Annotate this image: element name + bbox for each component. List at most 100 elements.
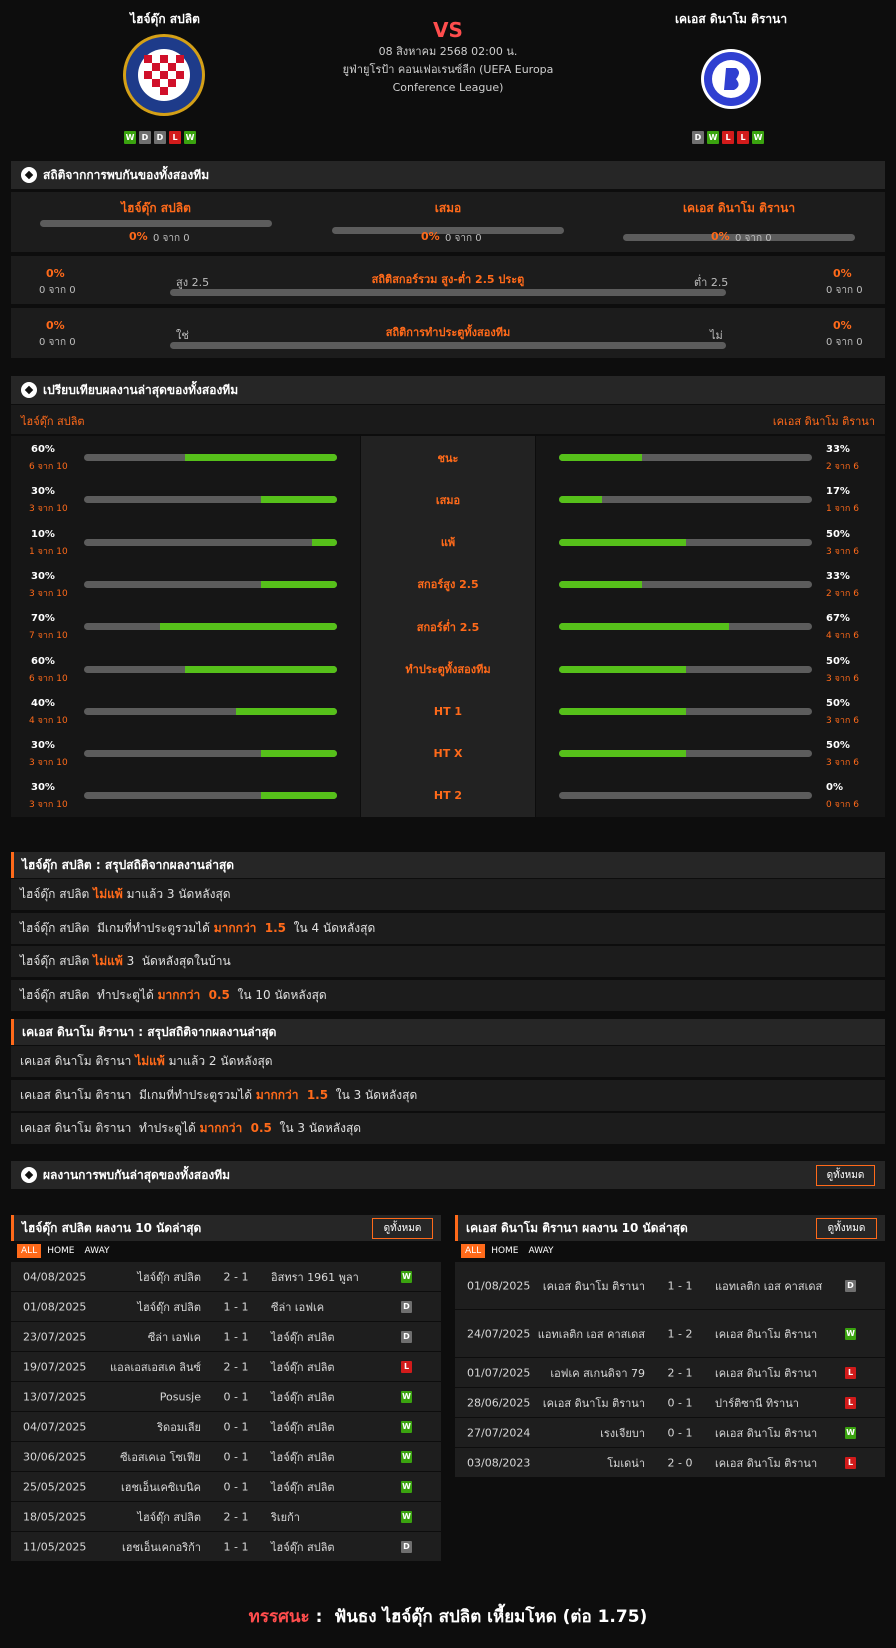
away-count: 3 จาก 6	[826, 546, 859, 557]
home-pct: 60%	[31, 655, 55, 667]
away-bar	[559, 750, 812, 758]
away-bar-fill	[559, 538, 686, 546]
away-pct: 50%	[826, 697, 850, 709]
tab-home[interactable]: HOME	[487, 1244, 522, 1258]
match-home: ซีเอสเคเอ โซเฟีย	[120, 1450, 201, 1464]
away-pct: 33%	[826, 570, 850, 582]
table-row[interactable]: 24/07/2025 แอทเลติก เอส คาสเดส 1 - 2 เคเอส …	[455, 1310, 885, 1357]
form-badge: D	[692, 131, 704, 144]
tab-all[interactable]: ALL	[461, 1244, 486, 1258]
away-pct: 17%	[826, 486, 850, 498]
home-bar-fill	[311, 538, 337, 546]
match-date: 18/05/2025	[23, 1510, 87, 1523]
verdict: ทรรศนะ : ฟันธง ไฮจ์ดุ๊ก สปลิต เหี้ยมโหด …	[0, 1603, 896, 1630]
compare-row: 60% 6 จาก 10 ทำประตูทั้งสองทีม 50% 3 จาก 6	[11, 647, 885, 691]
away-bar	[559, 538, 812, 546]
btts-left-count: 0 จาก 0	[39, 337, 76, 348]
table-row[interactable]: 28/06/2025 เคเอส ดินาโม ติรานา 0 - 1 ปาร์ติ…	[455, 1388, 885, 1417]
btts-right-count: 0 จาก 0	[826, 337, 863, 348]
h2h-away-label: เคเอส ดินาโม ติรานา	[682, 201, 796, 215]
match-away: ไฮจ์ดุ๊ก สปลิต	[271, 1330, 335, 1344]
away-bar-fill	[559, 750, 686, 758]
table-row[interactable]: 25/05/2025 เฮชเอ็นเคซิเบนิค 0 - 1 ไฮจ์ดุ๊ก …	[11, 1472, 441, 1501]
match-away: ไฮจ์ดุ๊ก สปลิต	[271, 1450, 335, 1464]
table-row[interactable]: 18/05/2025 ไฮจ์ดุ๊ก สปลิต 2 - 1 ริเยก้า W	[11, 1502, 441, 1531]
match-score: 1 - 2	[667, 1327, 693, 1340]
table-row[interactable]: 30/06/2025 ซีเอสเคเอ โซเฟีย 0 - 1 ไฮจ์ดุ๊ก …	[11, 1442, 441, 1471]
match-away: ไฮจ์ดุ๊ก สปลิต	[271, 1480, 335, 1494]
home-pct: 30%	[31, 782, 55, 794]
summary-text: มาแล้ว 3 นัดหลังสุด	[122, 887, 231, 901]
summary-highlight: ไม่แพ้	[93, 887, 123, 901]
away-view-all-button[interactable]: ดูทั้งหมด	[816, 1218, 877, 1239]
competition-line2: Conference League)	[392, 81, 504, 94]
away-pct: 50%	[826, 655, 850, 667]
table-row[interactable]: 27/07/2024 เรงเจียบา 0 - 1 เคเอส ดินาโม ติร…	[455, 1418, 885, 1447]
form-badge: W	[707, 131, 719, 144]
competition-line1: ยูฟ่ายูโรป้า คอนเฟอเรนซ์ลีก (UEFA Europa	[342, 63, 554, 76]
away-count: 0 จาก 6	[826, 800, 859, 811]
verdict-text: ฟันธง ไฮจ์ดุ๊ก สปลิต เหี้ยมโหด (ต่อ 1.75…	[334, 1607, 648, 1627]
view-all-button[interactable]: ดูทั้งหมด	[816, 1165, 875, 1186]
away-bar	[559, 623, 812, 631]
match-away: แอทเลติก เอส คาสเดส	[715, 1279, 823, 1293]
result-badge: L	[845, 1396, 856, 1409]
home-count: 7 จาก 10	[29, 631, 68, 642]
table-row[interactable]: 03/08/2023 โมเดน่า 2 - 0 เคเอส ดินาโม ติราน…	[455, 1448, 885, 1477]
away-pct: 0%	[826, 782, 843, 794]
form-badge: W	[184, 131, 196, 144]
summary-line: เคเอส ดินาโม ติรานา ไม่แพ้ มาแล้ว 2 นัดห…	[11, 1046, 885, 1077]
summary-line: เคเอส ดินาโม ติรานา มีเกมที่ทำประตูรวมได…	[11, 1079, 885, 1111]
match-score: 0 - 1	[667, 1426, 693, 1439]
summary-text: ไฮจ์ดุ๊ก สปลิต มีเกมที่ทำประตูรวมได้	[20, 920, 214, 935]
table-row[interactable]: 13/07/2025 Posusje 0 - 1 ไฮจ์ดุ๊ก สปลิต W	[11, 1382, 441, 1411]
tab-all[interactable]: ALL	[17, 1244, 42, 1258]
away-team-name: เคเอส ดินาโม ติรานา	[674, 12, 788, 26]
compare-metric-label: ทำประตูทั้งสองทีม	[361, 647, 535, 691]
goals-left-count: 0 จาก 0	[39, 285, 76, 296]
h2h-title: สถิติจากการพบกันของทั้งสองทีม	[43, 167, 210, 182]
home-pct: 40%	[31, 697, 55, 709]
home-count: 3 จาก 10	[29, 758, 68, 769]
summary-line: ไฮจ์ดุ๊ก สปลิต ไม่แพ้ มาแล้ว 3 นัดหลังสุ…	[11, 879, 885, 910]
result-badge: D	[401, 1300, 412, 1313]
home-bar-fill	[261, 792, 337, 800]
home-bar	[84, 580, 337, 588]
match-date: 01/07/2025	[467, 1366, 531, 1379]
tab-away[interactable]: AWAY	[81, 1244, 114, 1258]
home-bar	[84, 496, 337, 504]
compare-away-cell: 67% 4 จาก 6	[536, 605, 885, 649]
table-row[interactable]: 19/07/2025 แอลเอสเอสเค ลินซ์ 2 - 1 ไฮจ์ดุ๊ก…	[11, 1352, 441, 1381]
match-away: ไฮจ์ดุ๊ก สปลิต	[271, 1420, 335, 1434]
match-away: ไฮจ์ดุ๊ก สปลิต	[271, 1390, 335, 1404]
home-bar	[84, 665, 337, 673]
compare-metric-label: HT 1	[361, 689, 535, 733]
table-row[interactable]: 11/05/2025 เฮชเอ็นเคกอริก้า 1 - 1 ไฮจ์ดุ๊ก …	[11, 1532, 441, 1561]
goals-right-count: 0 จาก 0	[826, 285, 863, 296]
recent-title: ผลงานการพบกันล่าสุดของทั้งสองทีม	[43, 1167, 231, 1182]
table-row[interactable]: 23/07/2025 ซีล่า เอฟเค 1 - 1 ไฮจ์ดุ๊ก สปลิต…	[11, 1322, 441, 1351]
table-row[interactable]: 04/08/2025 ไฮจ์ดุ๊ก สปลิต 2 - 1 อิสทรา 1961…	[11, 1262, 441, 1291]
compare-away-cell: 33% 2 จาก 6	[536, 436, 885, 479]
compare-row: 60% 6 จาก 10 ชนะ 33% 2 จาก 6	[11, 436, 885, 479]
match-score: 1 - 1	[223, 1300, 249, 1313]
table-row[interactable]: 04/07/2025 ริดอมเลีย 0 - 1 ไฮจ์ดุ๊ก สปลิต W	[11, 1412, 441, 1441]
h2h-draw-count: 0 จาก 0	[445, 233, 482, 244]
result-badge: W	[845, 1426, 856, 1439]
table-row[interactable]: 01/08/2025 ไฮจ์ดุ๊ก สปลิต 1 - 1 ซีล่า เอฟเค…	[11, 1292, 441, 1321]
match-date: 28/06/2025	[467, 1396, 531, 1409]
tab-away[interactable]: AWAY	[525, 1244, 558, 1258]
form-badge: L	[722, 131, 734, 144]
table-row[interactable]: 01/07/2025 เอฟเค สเกนดิจา 79 2 - 1 เคเอส ดิ…	[455, 1358, 885, 1387]
result-badge: L	[401, 1360, 412, 1373]
match-home: ไฮจ์ดุ๊ก สปลิต	[137, 1270, 201, 1284]
tab-home[interactable]: HOME	[43, 1244, 78, 1258]
compare-labels: ไฮจ์ดุ๊ก สปลิต เคเอส ดินาโม ติรานา	[11, 405, 885, 434]
h2h-draw-label: เสมอ	[434, 201, 462, 215]
match-date: 24/07/2025	[467, 1327, 531, 1340]
verdict-label: ทรรศนะ	[248, 1607, 310, 1627]
home-view-all-button[interactable]: ดูทั้งหมด	[372, 1218, 433, 1239]
table-row[interactable]: 01/08/2025 เคเอส ดินาโม ติรานา 1 - 1 แอทเลต…	[455, 1262, 885, 1309]
summary-highlight: มากกว่า 0.5	[157, 987, 230, 1002]
compare-metric-label: HT X	[361, 732, 535, 776]
